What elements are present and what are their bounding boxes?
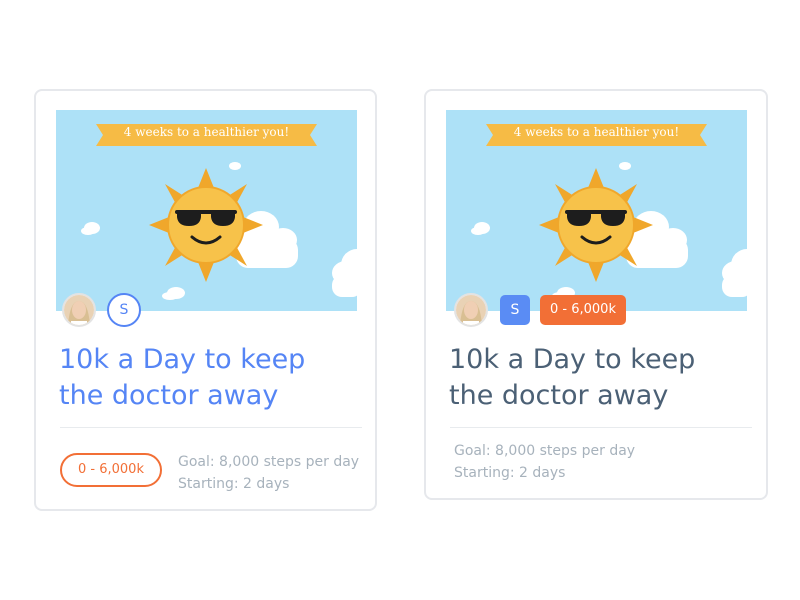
- challenge-title-line-2: the doctor away: [449, 380, 669, 411]
- user-avatar[interactable]: [454, 293, 488, 327]
- user-avatar[interactable]: [62, 293, 96, 327]
- challenge-title-line-1: 10k a Day to keep: [449, 344, 696, 375]
- challenge-banner-image: 4 weeks to a healthier you!: [446, 110, 747, 311]
- card-divider: [450, 427, 752, 428]
- starting-text: Starting: 2 days: [454, 465, 566, 481]
- participant-initial-badge[interactable]: S: [500, 295, 530, 325]
- challenge-banner-image: 4 weeks to a healthier you!: [56, 110, 357, 311]
- challenge-title-line-2: the doctor away: [59, 380, 279, 411]
- challenge-title[interactable]: 10k a Day to keep the doctor away: [449, 342, 749, 414]
- challenge-card-left[interactable]: 4 weeks to a healthier you! S 10k a Day …: [34, 89, 377, 511]
- challenge-meta: Goal: 8,000 steps per day Starting: 2 da…: [454, 440, 635, 484]
- challenge-title[interactable]: 10k a Day to keep the doctor away: [59, 342, 359, 414]
- challenge-card-right[interactable]: 4 weeks to a healthier you! S 0 - 6,000k…: [424, 89, 768, 500]
- challenge-meta: Goal: 8,000 steps per day Starting: 2 da…: [178, 451, 359, 495]
- banner-tagline: 4 weeks to a healthier you!: [513, 125, 680, 139]
- card-divider: [60, 427, 362, 428]
- challenge-title-line-1: 10k a Day to keep: [59, 344, 306, 375]
- goal-text: Goal: 8,000 steps per day: [178, 454, 360, 470]
- step-range-badge[interactable]: 0 - 6,000k: [60, 453, 162, 487]
- banner-tagline: 4 weeks to a healthier you!: [123, 125, 290, 139]
- step-range-badge[interactable]: 0 - 6,000k: [540, 295, 626, 325]
- participant-initial-badge[interactable]: S: [107, 293, 141, 327]
- goal-text: Goal: 8,000 steps per day: [454, 443, 636, 459]
- starting-text: Starting: 2 days: [178, 476, 290, 492]
